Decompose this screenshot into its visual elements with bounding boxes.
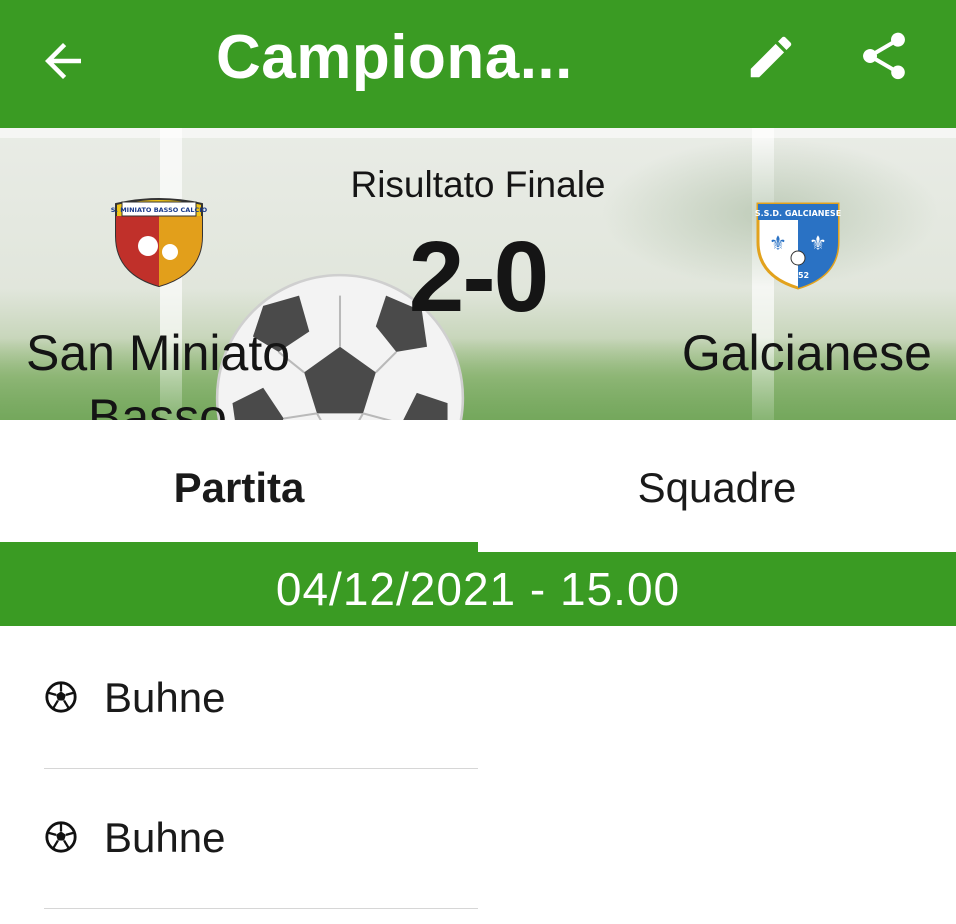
tab-squadre[interactable]: Squadre [478, 420, 956, 554]
list-item: Buhne [44, 628, 478, 769]
tab-partita[interactable]: Partita [0, 420, 478, 554]
scorer-name: Buhne [104, 814, 226, 861]
app-bar: Campiona... [0, 0, 956, 128]
home-team-name-line2: Basso [88, 389, 227, 420]
share-icon[interactable] [856, 28, 912, 84]
away-team-name: Galcianese [681, 325, 932, 381]
home-team-name: San Miniato [26, 325, 291, 381]
match-header: S. MINIATO BASSO CALCIO S.S.D. GALCIANES… [0, 128, 956, 420]
soccer-ball-icon [45, 821, 77, 853]
scorer-name: Buhne [104, 674, 226, 721]
soccer-ball-icon [45, 681, 77, 713]
pencil-icon[interactable] [744, 30, 798, 84]
background-crossbar [0, 128, 956, 138]
svg-text:S. MINIATO BASSO CALCIO: S. MINIATO BASSO CALCIO [111, 206, 208, 214]
page-title: Campiona... [216, 23, 573, 92]
list-item: Buhne [44, 768, 478, 909]
tab-bar: Partita Squadre [0, 420, 956, 554]
arrow-back-icon[interactable] [36, 34, 90, 88]
match-score: 2-0 [408, 221, 550, 333]
svg-text:S.S.D. GALCIANESE: S.S.D. GALCIANESE [755, 209, 841, 218]
match-status: Risultato Finale [350, 164, 606, 205]
match-date-time: 04/12/2021 - 15.00 [0, 552, 956, 626]
